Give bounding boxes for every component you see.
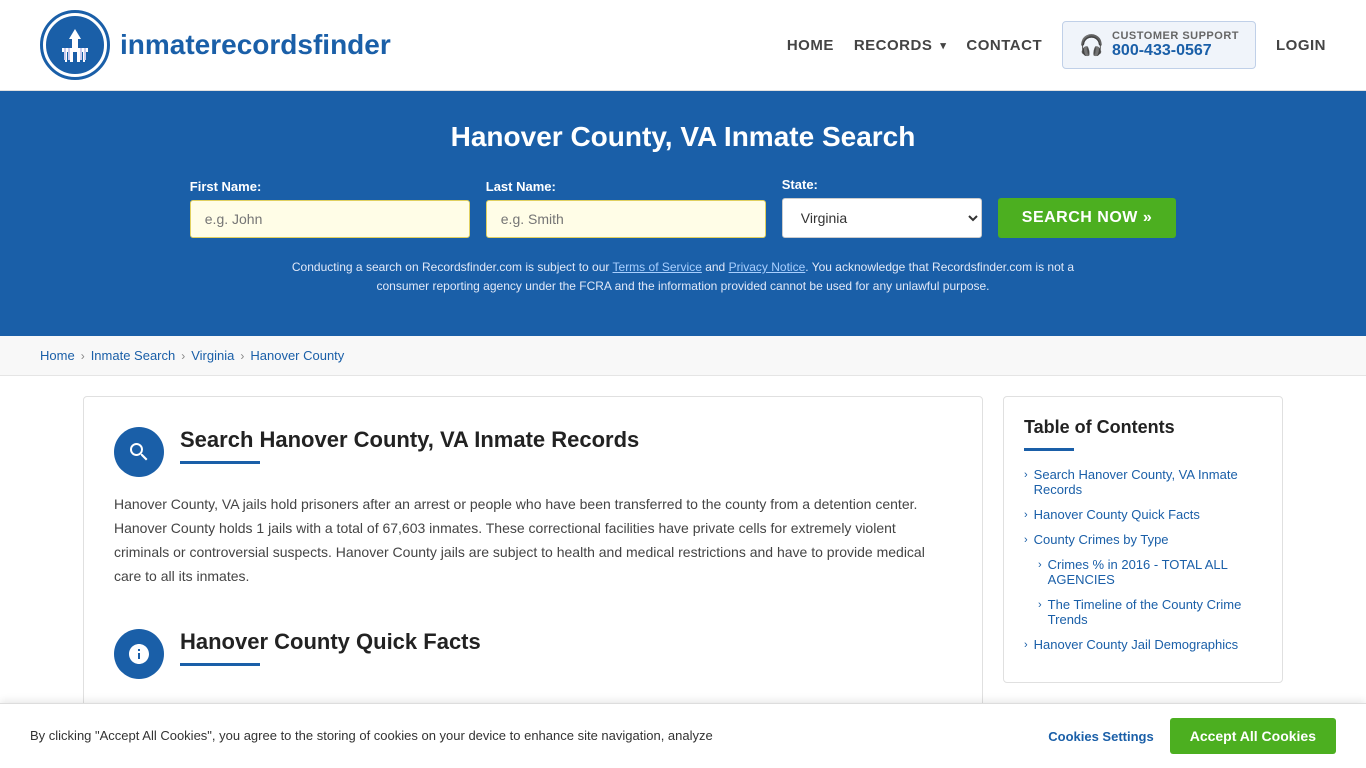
toc-chevron-5: ›	[1038, 599, 1042, 611]
hero-banner: Hanover County, VA Inmate Search First N…	[0, 91, 1366, 336]
breadcrumb-sep-3: ›	[240, 349, 244, 363]
toc-title: Table of Contents	[1024, 417, 1262, 438]
logo-text-bold: finder	[313, 29, 391, 60]
toc-item-6[interactable]: › Hanover County Jail Demographics	[1024, 637, 1262, 652]
section1-underline	[180, 461, 260, 464]
section2-underline	[180, 663, 260, 666]
toc-item-2-label: Hanover County Quick Facts	[1034, 507, 1200, 522]
terms-link[interactable]: Terms of Service	[613, 260, 702, 274]
nav-home[interactable]: HOME	[787, 37, 834, 54]
toc-chevron-4: ›	[1038, 559, 1042, 571]
toc-item-4-label: Crimes % in 2016 - TOTAL ALL AGENCIES	[1048, 557, 1262, 587]
first-name-label: First Name:	[190, 179, 262, 194]
logo-text: inmaterecordsfinder	[120, 29, 391, 61]
toc-item-6-label: Hanover County Jail Demographics	[1034, 637, 1238, 652]
breadcrumb-inmate-search[interactable]: Inmate Search	[91, 348, 176, 363]
hero-title: Hanover County, VA Inmate Search	[40, 121, 1326, 153]
first-name-input[interactable]	[190, 200, 470, 238]
state-group: State: Virginia Alabama Alaska Arizona A…	[782, 177, 982, 238]
toc-item-3[interactable]: › County Crimes by Type	[1024, 532, 1262, 547]
cookie-actions: Cookies Settings Accept All Cookies	[1048, 718, 1336, 754]
toc-item-1[interactable]: › Search Hanover County, VA Inmate Recor…	[1024, 467, 1262, 497]
search-icon	[127, 440, 151, 464]
support-number[interactable]: 800-433-0567	[1112, 42, 1239, 60]
state-label: State:	[782, 177, 818, 192]
alert-icon-circle	[114, 629, 164, 679]
section1-body: Hanover County, VA jails hold prisoners …	[114, 493, 952, 588]
nav-records-label: RECORDS	[854, 37, 933, 54]
privacy-link[interactable]: Privacy Notice	[729, 260, 806, 274]
breadcrumb-sep-1: ›	[81, 349, 85, 363]
toc-chevron-6: ›	[1024, 639, 1028, 651]
customer-support-box: 🎧 CUSTOMER SUPPORT 800-433-0567	[1062, 21, 1256, 69]
cookie-settings-button[interactable]: Cookies Settings	[1048, 729, 1153, 744]
state-select[interactable]: Virginia Alabama Alaska Arizona Arkansas…	[782, 198, 982, 238]
info-icon	[127, 642, 151, 666]
cookie-accept-button[interactable]: Accept All Cookies	[1170, 718, 1336, 754]
section2-title-area: Hanover County Quick Facts	[180, 629, 481, 666]
main-content: Search Hanover County, VA Inmate Records…	[43, 376, 1323, 745]
breadcrumb-home[interactable]: Home	[40, 348, 75, 363]
toc-chevron-1: ›	[1024, 469, 1028, 481]
support-label: CUSTOMER SUPPORT	[1112, 30, 1239, 42]
search-icon-circle	[114, 427, 164, 477]
breadcrumb-virginia[interactable]: Virginia	[191, 348, 234, 363]
toc-item-1-label: Search Hanover County, VA Inmate Records	[1034, 467, 1262, 497]
toc-item-5-label: The Timeline of the County Crime Trends	[1048, 597, 1262, 627]
section1-title: Search Hanover County, VA Inmate Records	[180, 427, 639, 453]
header: inmaterecordsfinder HOME RECORDS ▾ CONTA…	[0, 0, 1366, 91]
section1-title-area: Search Hanover County, VA Inmate Records	[180, 427, 639, 464]
section2-title: Hanover County Quick Facts	[180, 629, 481, 655]
logo-text-normal: inmaterecords	[120, 29, 313, 60]
logo-icon	[40, 10, 110, 80]
headset-icon: 🎧	[1079, 33, 1104, 58]
toc-underline	[1024, 448, 1074, 451]
sidebar: Table of Contents › Search Hanover Count…	[1003, 396, 1283, 683]
cookie-banner: By clicking "Accept All Cookies", you ag…	[0, 703, 1366, 768]
toc-item-4[interactable]: › Crimes % in 2016 - TOTAL ALL AGENCIES	[1024, 557, 1262, 587]
login-button[interactable]: LOGIN	[1276, 37, 1326, 54]
toc-item-2[interactable]: › Hanover County Quick Facts	[1024, 507, 1262, 522]
breadcrumb-current: Hanover County	[250, 348, 344, 363]
content-area: Search Hanover County, VA Inmate Records…	[83, 396, 983, 725]
search-form: First Name: Last Name: State: Virginia A…	[40, 177, 1326, 238]
breadcrumb-sep-2: ›	[181, 349, 185, 363]
main-nav: HOME RECORDS ▾ CONTACT 🎧 CUSTOMER SUPPOR…	[787, 21, 1326, 69]
logo-area: inmaterecordsfinder	[40, 10, 391, 80]
disclaimer-text: Conducting a search on Recordsfinder.com…	[283, 258, 1083, 296]
search-button[interactable]: SEARCH NOW »	[998, 198, 1176, 238]
toc-item-5[interactable]: › The Timeline of the County Crime Trend…	[1024, 597, 1262, 627]
last-name-label: Last Name:	[486, 179, 556, 194]
section1-header: Search Hanover County, VA Inmate Records	[114, 427, 952, 477]
toc-item-3-label: County Crimes by Type	[1034, 532, 1169, 547]
toc-chevron-3: ›	[1024, 534, 1028, 546]
nav-records[interactable]: RECORDS ▾	[854, 37, 947, 54]
section2: Hanover County Quick Facts	[114, 609, 952, 679]
section2-header: Hanover County Quick Facts	[114, 629, 952, 679]
first-name-group: First Name:	[190, 179, 470, 238]
last-name-input[interactable]	[486, 200, 766, 238]
cookie-text: By clicking "Accept All Cookies", you ag…	[30, 726, 713, 746]
toc-chevron-2: ›	[1024, 509, 1028, 521]
nav-contact[interactable]: CONTACT	[966, 37, 1042, 54]
last-name-group: Last Name:	[486, 179, 766, 238]
records-dropdown-icon: ▾	[940, 39, 946, 52]
breadcrumb: Home › Inmate Search › Virginia › Hanove…	[0, 336, 1366, 376]
